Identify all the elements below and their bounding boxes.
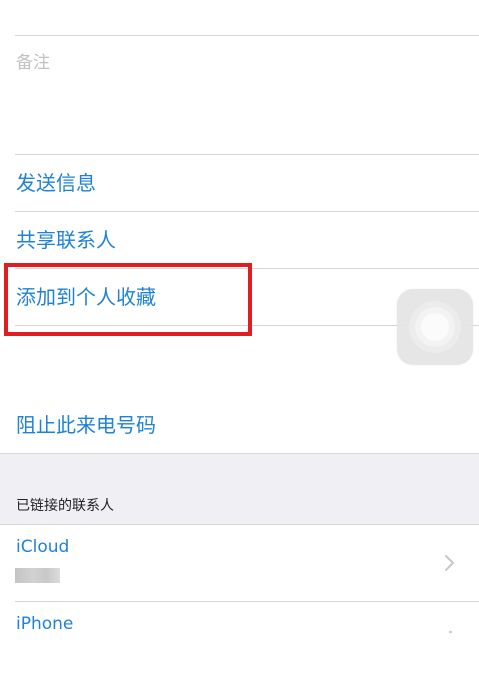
notes-field[interactable]: 备注 xyxy=(0,36,479,154)
send-message-button[interactable]: 发送信息 xyxy=(16,169,96,197)
assistive-touch-icon[interactable] xyxy=(397,289,473,365)
red-highlight-box xyxy=(4,263,252,336)
share-contact-button[interactable]: 共享联系人 xyxy=(16,226,116,254)
assistive-touch-ring-inner xyxy=(421,313,449,341)
notes-label: 备注 xyxy=(16,53,50,73)
linked-item-title: iPhone xyxy=(16,614,74,634)
linked-item-icloud[interactable]: iCloud xyxy=(0,525,479,601)
linked-item-title: iCloud xyxy=(16,537,70,557)
linked-contacts-header: 已链接的联系人 xyxy=(16,498,114,514)
redacted-account-name xyxy=(15,568,60,583)
bottom-cover xyxy=(0,636,479,691)
block-caller-button[interactable]: 阻止此来电号码 xyxy=(16,411,156,439)
partial-chevron xyxy=(449,631,452,633)
notes-separator xyxy=(15,154,479,155)
chevron-right-icon xyxy=(445,555,454,571)
section-top-separator xyxy=(0,453,479,454)
linked-item-iphone[interactable]: iPhone xyxy=(0,602,479,636)
separator-send xyxy=(15,211,479,212)
